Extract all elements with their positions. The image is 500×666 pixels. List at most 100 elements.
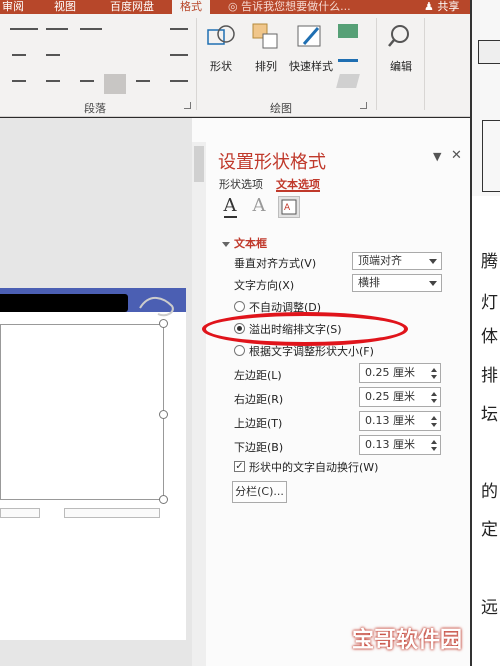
right-margin-value: 0.25 厘米 — [365, 390, 415, 403]
text-direction-value: 横排 — [358, 276, 380, 289]
slide-black-bar — [0, 294, 128, 312]
increase-indent-icon[interactable] — [46, 54, 60, 66]
numbering-icon[interactable] — [46, 28, 68, 40]
tab-review[interactable]: 审阅 — [2, 0, 24, 13]
doc-char: 定 — [481, 520, 498, 540]
spin-up-icon[interactable] — [431, 392, 437, 396]
shape-button[interactable]: 形状 — [203, 22, 239, 74]
drawing-launcher-icon[interactable] — [360, 102, 367, 109]
top-margin-label: 上边距(T) — [234, 417, 283, 430]
line-spacing-icon[interactable] — [80, 28, 102, 40]
selected-shape[interactable] — [0, 324, 164, 500]
text-fill-outline-icon[interactable]: A — [219, 195, 241, 218]
left-margin-input[interactable]: 0.25 厘米 — [359, 363, 441, 383]
arrange-button[interactable]: 排列 — [248, 22, 284, 74]
right-margin-label: 右边距(R) — [234, 393, 284, 406]
spin-down-icon[interactable] — [431, 399, 437, 403]
text-effects-icon[interactable]: A — [248, 196, 270, 218]
vertical-align-label: 垂直对齐方式(V) — [234, 257, 317, 270]
slide-canvas[interactable] — [0, 288, 186, 640]
vertical-align-value: 顶端对齐 — [358, 254, 402, 267]
bottom-margin-label: 下边距(B) — [234, 441, 284, 454]
spin-up-icon[interactable] — [431, 368, 437, 372]
paragraph-group-label: 段落 — [84, 102, 106, 115]
ribbon-tab-bar: 审阅 视图 百度网盘 格式 ◎ 告诉我您想要做什么... ♟ 共享 — [0, 0, 470, 14]
scrollbar-thumb[interactable] — [194, 146, 204, 182]
tab-shape-options[interactable]: 形状选项 — [219, 176, 263, 192]
text-direction-select[interactable]: 横排 — [352, 274, 442, 292]
smartart-icon[interactable] — [170, 80, 188, 92]
svg-text:A: A — [284, 203, 291, 213]
close-icon[interactable]: ✕ — [451, 148, 462, 163]
radio-no-autofit[interactable] — [234, 301, 245, 312]
chevron-down-icon — [429, 281, 437, 286]
resize-handle-right[interactable] — [159, 410, 168, 419]
shapes-icon — [206, 22, 236, 52]
vertical-align-select[interactable]: 顶端对齐 — [352, 252, 442, 270]
paragraph-launcher-icon[interactable] — [184, 102, 191, 109]
doc-char: 坛 — [481, 405, 498, 425]
text-direction-icon[interactable] — [170, 28, 188, 40]
quick-styles-label: 快速样式 — [289, 60, 333, 73]
ribbon-separator — [196, 18, 197, 110]
tab-view[interactable]: 视图 — [54, 0, 76, 13]
search-icon — [386, 22, 416, 52]
tab-baidu-netdisk[interactable]: 百度网盘 — [110, 0, 154, 13]
spin-up-icon[interactable] — [431, 416, 437, 420]
align-text-icon[interactable] — [170, 54, 188, 66]
spin-down-icon[interactable] — [431, 375, 437, 379]
shape-fill-icon[interactable] — [338, 24, 358, 38]
tab-format[interactable]: 格式 — [172, 0, 210, 14]
doc-char: 体 — [481, 327, 498, 347]
drawing-group-label: 绘图 — [270, 102, 292, 115]
radio-resize-shape[interactable] — [234, 345, 245, 356]
collapse-triangle-icon — [222, 241, 230, 247]
pane-options-icon[interactable]: ▼ — [433, 150, 441, 163]
bottom-margin-input[interactable]: 0.13 厘米 — [359, 435, 441, 455]
distributed-icon[interactable] — [136, 80, 150, 92]
slide-editing-area — [0, 118, 192, 666]
doc-char: 灯 — [481, 293, 498, 313]
wrap-text-label[interactable]: 形状中的文字自动换行(W) — [249, 459, 378, 475]
ribbon: 段落 形状 排列 快速样式 绘图 编辑 — [0, 14, 470, 117]
tell-me-input[interactable]: ◎ 告诉我您想要做什么... — [228, 0, 351, 13]
textbox-section-header[interactable]: 文本框 — [222, 235, 267, 251]
top-margin-input[interactable]: 0.13 厘米 — [359, 411, 441, 431]
align-center-icon[interactable] — [46, 80, 60, 92]
bullets-icon[interactable] — [10, 28, 38, 40]
quick-styles-icon — [296, 22, 326, 52]
doc-char: 排 — [481, 366, 498, 386]
arrange-icon — [251, 22, 281, 52]
quick-styles-button[interactable]: 快速样式 — [288, 22, 334, 74]
align-right-icon[interactable] — [80, 80, 94, 92]
resize-handle-bottom-right[interactable] — [159, 495, 168, 504]
text-direction-label: 文字方向(X) — [234, 279, 295, 292]
highlight-oval — [202, 312, 408, 346]
doc-table-cell — [482, 120, 500, 192]
edit-button[interactable]: 编辑 — [384, 22, 418, 74]
tab-text-options[interactable]: 文本选项 — [276, 176, 320, 192]
section-title: 文本框 — [234, 237, 267, 250]
spin-up-icon[interactable] — [431, 440, 437, 444]
pane-title: 设置形状格式 — [218, 152, 326, 173]
pane-scrollbar[interactable] — [192, 142, 206, 666]
decrease-indent-icon[interactable] — [12, 54, 26, 66]
bottom-margin-value: 0.13 厘米 — [365, 438, 415, 451]
resize-handle-top-right[interactable] — [159, 319, 168, 328]
align-left-icon[interactable] — [12, 80, 26, 92]
shape-effects-icon[interactable] — [336, 74, 360, 88]
textbox-icon[interactable]: A — [278, 196, 300, 218]
share-button[interactable]: ♟ 共享 — [410, 0, 470, 14]
spin-down-icon[interactable] — [431, 447, 437, 451]
doc-char: 远 — [481, 598, 498, 618]
chevron-down-icon — [429, 259, 437, 264]
wrap-text-checkbox[interactable]: ✓ — [234, 461, 245, 472]
justify-icon[interactable] — [104, 74, 126, 94]
columns-button[interactable]: 分栏(C)... — [232, 481, 287, 503]
footer-field-2 — [64, 508, 160, 518]
shape-outline-icon[interactable] — [338, 50, 358, 62]
spin-down-icon[interactable] — [431, 423, 437, 427]
footer-field — [0, 508, 40, 518]
right-margin-input[interactable]: 0.25 厘米 — [359, 387, 441, 407]
lightbulb-icon: ◎ — [228, 0, 242, 13]
